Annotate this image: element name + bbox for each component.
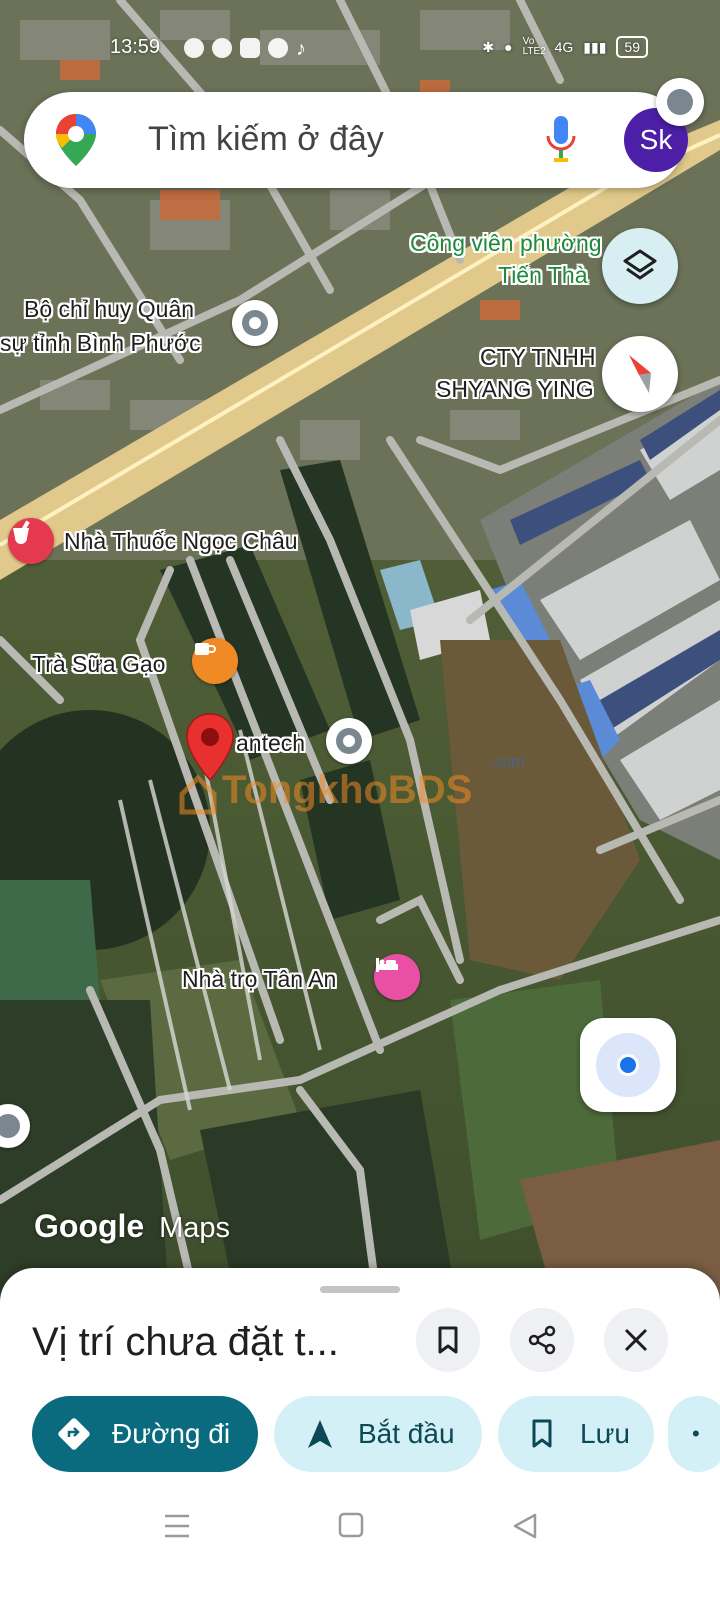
directions-label: Đường đi bbox=[112, 1418, 231, 1449]
spotify-icon bbox=[268, 38, 288, 58]
save-button[interactable]: Lưu bbox=[498, 1396, 654, 1472]
lodging-pin-icon[interactable] bbox=[374, 954, 420, 1000]
map-label-company[interactable]: CTY TNHH bbox=[480, 344, 595, 371]
back-nav-button[interactable] bbox=[512, 1512, 538, 1545]
directions-button[interactable]: Đường đi bbox=[32, 1396, 258, 1472]
more-icon: • bbox=[692, 1421, 700, 1446]
map-label-park[interactable]: Công viên phường bbox=[410, 230, 602, 257]
save-label: Lưu bbox=[580, 1418, 630, 1449]
map-label-pharmacy[interactable]: Nhà Thuốc Ngọc Châu bbox=[64, 528, 298, 555]
place-pin-icon[interactable] bbox=[326, 718, 372, 764]
map-label-park-line2[interactable]: Tiến Thà bbox=[498, 262, 588, 289]
share-button[interactable] bbox=[510, 1308, 574, 1372]
map-label-cafe[interactable]: Trà Sữa Gạo bbox=[32, 651, 165, 678]
place-pin-icon[interactable] bbox=[232, 300, 278, 346]
place-pin-icon[interactable] bbox=[656, 78, 704, 126]
start-label: Bắt đầu bbox=[358, 1418, 455, 1449]
directions-icon bbox=[54, 1414, 94, 1454]
close-icon bbox=[624, 1328, 648, 1352]
system-navigation-bar bbox=[0, 1494, 720, 1564]
compass-icon bbox=[629, 355, 651, 393]
google-maps-logo-icon bbox=[56, 114, 96, 166]
bluetooth-icon: ✱ bbox=[482, 38, 495, 55]
map-label-military-line2[interactable]: sự tỉnh Bình Phước bbox=[0, 330, 201, 357]
bookmark-icon bbox=[438, 1326, 458, 1354]
google-maps-attribution: Google Maps bbox=[34, 1208, 231, 1244]
sheet-drag-handle[interactable] bbox=[320, 1286, 400, 1293]
home-nav-button[interactable] bbox=[338, 1512, 364, 1543]
status-right: ✱ ● Vo LTE2 4G ▮▮▮ 59 bbox=[482, 36, 648, 58]
map-label-company-line2[interactable]: SHYANG YING bbox=[436, 376, 594, 403]
bookmark-button[interactable] bbox=[416, 1308, 480, 1372]
tiktok-icon: ♪ bbox=[296, 38, 306, 60]
menu-nav-button[interactable] bbox=[164, 1512, 190, 1545]
signal-icon: ▮▮▮ bbox=[583, 38, 607, 55]
more-actions-chip[interactable]: • bbox=[668, 1396, 720, 1472]
navigation-arrow-icon bbox=[300, 1414, 340, 1454]
share-icon bbox=[528, 1325, 556, 1355]
network-type: 4G bbox=[554, 39, 574, 55]
facebook-icon bbox=[212, 38, 232, 58]
layers-button[interactable] bbox=[602, 228, 678, 304]
location-icon: ● bbox=[504, 39, 513, 55]
cafe-pin-icon[interactable] bbox=[192, 638, 238, 684]
close-button[interactable] bbox=[604, 1308, 668, 1372]
search-bar[interactable]: Tìm kiếm ở đây Sk bbox=[24, 92, 688, 188]
home-square-icon bbox=[338, 1512, 364, 1538]
microphone-icon[interactable] bbox=[544, 114, 578, 166]
app-icon bbox=[240, 38, 260, 58]
status-time: 13:59 bbox=[110, 36, 161, 58]
lte-label: Vo LTE2 bbox=[522, 36, 546, 57]
messenger-icon bbox=[184, 38, 204, 58]
map-label-antech[interactable]: antech bbox=[236, 730, 305, 757]
start-button[interactable]: Bắt đầu bbox=[274, 1396, 482, 1472]
place-title: Vị trí chưa đặt t... bbox=[32, 1320, 339, 1364]
watermark: TongkhoBDS .com bbox=[178, 754, 538, 822]
compass-button[interactable] bbox=[602, 336, 678, 412]
battery-icon: 59 bbox=[616, 36, 648, 58]
search-input[interactable]: Tìm kiếm ở đây bbox=[148, 120, 384, 159]
notification-icons: ♪ bbox=[184, 38, 316, 60]
bookmark-icon bbox=[522, 1414, 562, 1454]
my-location-button[interactable] bbox=[580, 1018, 676, 1112]
back-triangle-icon bbox=[513, 1513, 537, 1539]
map-view[interactable]: Công viên phường Tiến Thà Bộ chỉ huy Quâ… bbox=[0, 0, 720, 1320]
location-dot-icon bbox=[596, 1033, 660, 1097]
pharmacy-pin-icon[interactable] bbox=[8, 518, 54, 564]
layers-icon bbox=[623, 249, 657, 280]
menu-icon bbox=[165, 1514, 189, 1538]
status-bar: 13:59 ♪ ✱ ● Vo LTE2 4G ▮▮▮ 59 bbox=[0, 30, 720, 66]
map-label-guesthouse[interactable]: Nhà trọ Tân An bbox=[182, 966, 336, 993]
map-label-military[interactable]: Bộ chỉ huy Quân bbox=[24, 296, 194, 323]
